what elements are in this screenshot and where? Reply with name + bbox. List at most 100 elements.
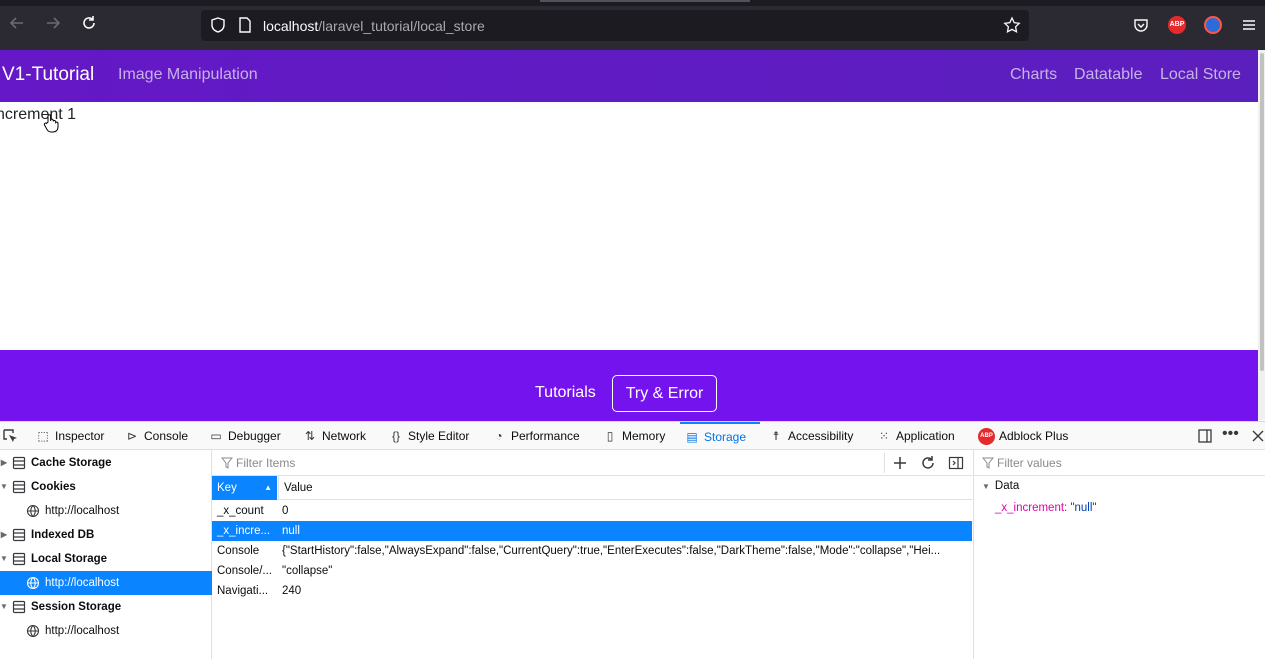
tab-label: Debugger (228, 429, 281, 443)
storage-icon (12, 456, 26, 470)
toolbar-divider (884, 453, 885, 473)
url-host: localhost (263, 18, 319, 34)
close-icon[interactable] (1250, 428, 1265, 444)
tab-label: Adblock Plus (999, 429, 1069, 443)
arrow-left-icon (9, 17, 23, 29)
filter-values-input[interactable]: Filter values (997, 456, 1062, 470)
sidebar-item-indexed-db[interactable]: ▶ Indexed DB (0, 523, 212, 547)
nav-link-local-store[interactable]: Local Store (1160, 66, 1241, 84)
inspector-icon: ⬚ (37, 429, 49, 443)
shield-icon[interactable] (209, 16, 227, 34)
url-bar[interactable]: localhost/laravel_tutorial/local_store (201, 10, 1029, 41)
globe-icon (26, 576, 40, 590)
nav-link-charts[interactable]: Charts (1010, 66, 1057, 84)
tab-performance[interactable]: ◔ Performance (491, 422, 579, 450)
back-button[interactable] (6, 14, 28, 36)
sidebar-item-label: http://localhost (45, 577, 120, 589)
table-row[interactable]: Console/... "collapse" (212, 561, 972, 581)
bookmark-star-icon[interactable] (1003, 16, 1021, 34)
table-row[interactable]: Navigati... 240 (212, 581, 972, 601)
brand-link[interactable]: V1-Tutorial (2, 64, 94, 86)
row-key: _x_incre... (217, 525, 271, 537)
filter-items-input[interactable]: Filter Items (236, 456, 295, 470)
sidebar-item-session-storage[interactable]: ▼ Session Storage (0, 595, 212, 619)
nav-link-image-manipulation[interactable]: Image Manipulation (118, 66, 258, 84)
data-heading-label: Data (994, 480, 1020, 492)
expand-triangle-icon[interactable]: ▶ (0, 523, 8, 547)
collapse-triangle-icon[interactable]: ▼ (0, 475, 8, 499)
row-key: Navigati... (217, 585, 269, 597)
reload-icon (83, 16, 95, 29)
tab-memory[interactable]: ▯ Memory (602, 422, 666, 450)
collapse-triangle-icon[interactable]: ▼ (982, 482, 990, 491)
row-key: Console/... (217, 565, 272, 577)
debugger-icon: ▭ (210, 429, 222, 443)
console-icon: ⊳ (126, 429, 138, 443)
tab-inspector[interactable]: ⬚ Inspector (35, 422, 104, 450)
data-entry[interactable]: _x_increment: "null" (995, 502, 1097, 514)
dock-icon[interactable] (1197, 428, 1213, 444)
try-error-button[interactable]: Try & Error (612, 375, 717, 412)
sort-ascending-icon: ▲ (264, 483, 272, 492)
sidebar-item-cookies[interactable]: ▼ Cookies (0, 475, 212, 499)
tab-storage[interactable]: ▤ Storage (680, 422, 760, 450)
row-key: _x_count (217, 505, 264, 517)
forward-button[interactable] (42, 14, 64, 36)
tab-style-editor[interactable]: {} Style Editor (388, 422, 469, 450)
style-editor-icon: {} (391, 429, 400, 443)
page-footer: Tutorials Try & Error (0, 350, 1258, 421)
devtools-panel: ⬚ Inspector ⊳ Console ▭ Debugger ⇅ Network {… (0, 421, 1265, 659)
sidebar-item-local-storage-localhost[interactable]: http://localhost (0, 571, 212, 595)
tab-label: Style Editor (408, 429, 470, 443)
collapse-triangle-icon[interactable]: ▼ (0, 595, 8, 619)
adblock-plus-icon[interactable]: ABP (1168, 16, 1186, 34)
row-value: 0 (282, 505, 289, 517)
table-row[interactable]: _x_incre... null (212, 521, 972, 541)
key-column-header[interactable]: Key ▲ (212, 476, 277, 500)
sidebar-item-cache-storage[interactable]: ▶ Cache Storage (0, 451, 212, 475)
sidebar-item-local-storage[interactable]: ▼ Local Storage (0, 547, 212, 571)
table-row[interactable]: _x_count 0 (212, 501, 972, 521)
tab-label: Network (322, 429, 367, 443)
collapse-triangle-icon[interactable]: ▼ (0, 547, 8, 571)
data-section-heading[interactable]: ▼ Data (982, 480, 1019, 492)
devtools-toolbar: ⬚ Inspector ⊳ Console ▭ Debugger ⇅ Network {… (0, 422, 1265, 450)
filter-values-bar: Filter values (974, 450, 1265, 476)
row-value: "collapse" (282, 565, 333, 577)
pocket-icon[interactable] (1132, 16, 1150, 34)
sidebar-item-cookies-localhost[interactable]: http://localhost (0, 499, 212, 523)
tab-label: Application (896, 429, 955, 443)
sidebar-item-session-storage-localhost[interactable]: http://localhost (0, 619, 212, 643)
sidebar-item-label: http://localhost (45, 625, 120, 637)
menu-icon[interactable] (1240, 16, 1258, 34)
url-text[interactable]: localhost/laravel_tutorial/local_store (263, 18, 485, 34)
tab-adblock-plus[interactable]: ABP Adblock Plus (978, 422, 1068, 450)
value-column-header[interactable]: Value (278, 476, 972, 500)
table-row[interactable]: Console {"StartHistory":false,"AlwaysExpa… (212, 541, 972, 561)
tab-strip (0, 0, 1265, 6)
application-icon: ⁙ (878, 429, 890, 443)
element-picker-icon[interactable] (2, 428, 18, 444)
page-icon[interactable] (236, 16, 254, 34)
tab-application[interactable]: ⁙ Application (876, 422, 955, 450)
page-scrollbar-thumb[interactable] (1260, 53, 1264, 371)
extension-icon[interactable] (1204, 16, 1222, 34)
tab-network[interactable]: ⇅ Network (302, 422, 366, 450)
add-item-icon[interactable] (892, 455, 908, 471)
footer-link-tutorials[interactable]: Tutorials (535, 384, 596, 402)
reload-button[interactable] (78, 14, 100, 36)
toggle-sidebar-icon[interactable] (948, 455, 964, 471)
storage-sidebar: ▶ Cache Storage ▼ Cookies http://localhost… (0, 450, 212, 659)
storage-table-area: Filter Items Key ▲ Value _x_count 0 _x_inc… (212, 450, 972, 659)
tab-debugger[interactable]: ▭ Debugger (208, 422, 281, 450)
row-value: null (282, 525, 300, 537)
more-options-icon[interactable]: ••• (1222, 425, 1239, 443)
active-tab-indicator[interactable] (540, 0, 750, 2)
expand-triangle-icon[interactable]: ▶ (0, 451, 8, 475)
tab-console[interactable]: ⊳ Console (124, 422, 188, 450)
increment-text[interactable]: ncrement 1 (0, 106, 76, 124)
filter-icon (221, 457, 233, 469)
nav-link-datatable[interactable]: Datatable (1074, 66, 1143, 84)
refresh-icon[interactable] (920, 455, 936, 471)
tab-accessibility[interactable]: ☨ Accessibility (768, 422, 854, 450)
